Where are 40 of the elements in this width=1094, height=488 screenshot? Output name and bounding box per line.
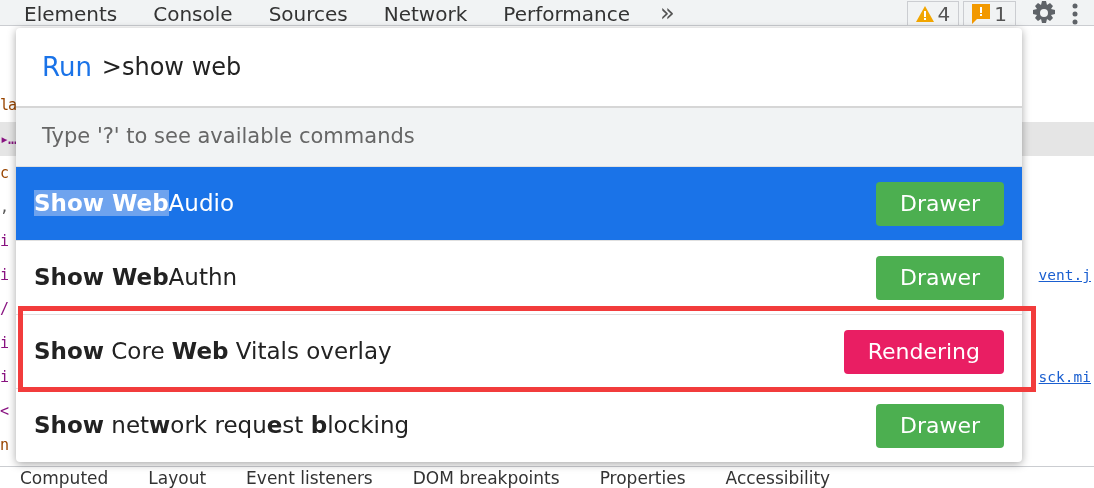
source-link[interactable]: vent.j (1038, 258, 1094, 292)
command-item[interactable]: Show WebAuthn Drawer (16, 240, 1022, 314)
code-fragment: , (0, 197, 9, 218)
code-fragment: i (0, 333, 9, 354)
command-item[interactable]: Show Core Web Vitals overlay Rendering (16, 314, 1022, 388)
sidebar-tab[interactable]: Layout (148, 467, 227, 488)
code-fragment: c (0, 163, 9, 184)
code-fragment: i (0, 231, 9, 252)
issues-counter[interactable]: 1 (963, 1, 1016, 25)
category-badge: Drawer (875, 403, 1004, 448)
warning-icon (915, 5, 934, 22)
code-fragment: < (0, 401, 9, 422)
panel-tab[interactable]: Console (129, 2, 245, 25)
code-fragment: i (0, 265, 9, 286)
sidebar-tab[interactable]: DOM breakpoints (412, 467, 580, 488)
category-badge: Drawer (875, 255, 1004, 300)
settings-icon[interactable] (1032, 1, 1056, 25)
sidebar-tab[interactable]: Event listeners (246, 467, 393, 488)
sidebar-tab[interactable]: Computed (20, 467, 129, 488)
code-fragment: ▸… (0, 129, 17, 150)
source-link[interactable]: sck.mi (1038, 360, 1094, 394)
code-fragment: la (0, 95, 17, 116)
more-options-icon[interactable] (1072, 2, 1078, 25)
command-item[interactable]: Show WebAudio Drawer (16, 166, 1022, 240)
sidebar-tab[interactable]: Properties (599, 467, 706, 488)
code-fragment: i (0, 367, 9, 388)
command-item[interactable]: Show network request blocking Drawer (16, 388, 1022, 462)
panel-tab[interactable]: Sources (244, 2, 360, 25)
more-tabs-button[interactable]: » (642, 1, 693, 25)
code-fragment: n (0, 435, 9, 456)
hint-text: Type '?' to see available commands (16, 108, 1022, 166)
category-badge: Drawer (875, 181, 1004, 226)
category-badge: Rendering (843, 329, 1004, 374)
sidebar-tab[interactable]: Accessibility (725, 467, 851, 488)
code-fragment: / (0, 299, 9, 320)
panel-tab[interactable]: Performance (479, 2, 643, 25)
warnings-counter[interactable]: 4 (906, 1, 960, 25)
panel-tab[interactable]: Network (359, 2, 480, 25)
message-icon (972, 3, 991, 24)
panel-tab[interactable]: Elements (0, 2, 130, 25)
